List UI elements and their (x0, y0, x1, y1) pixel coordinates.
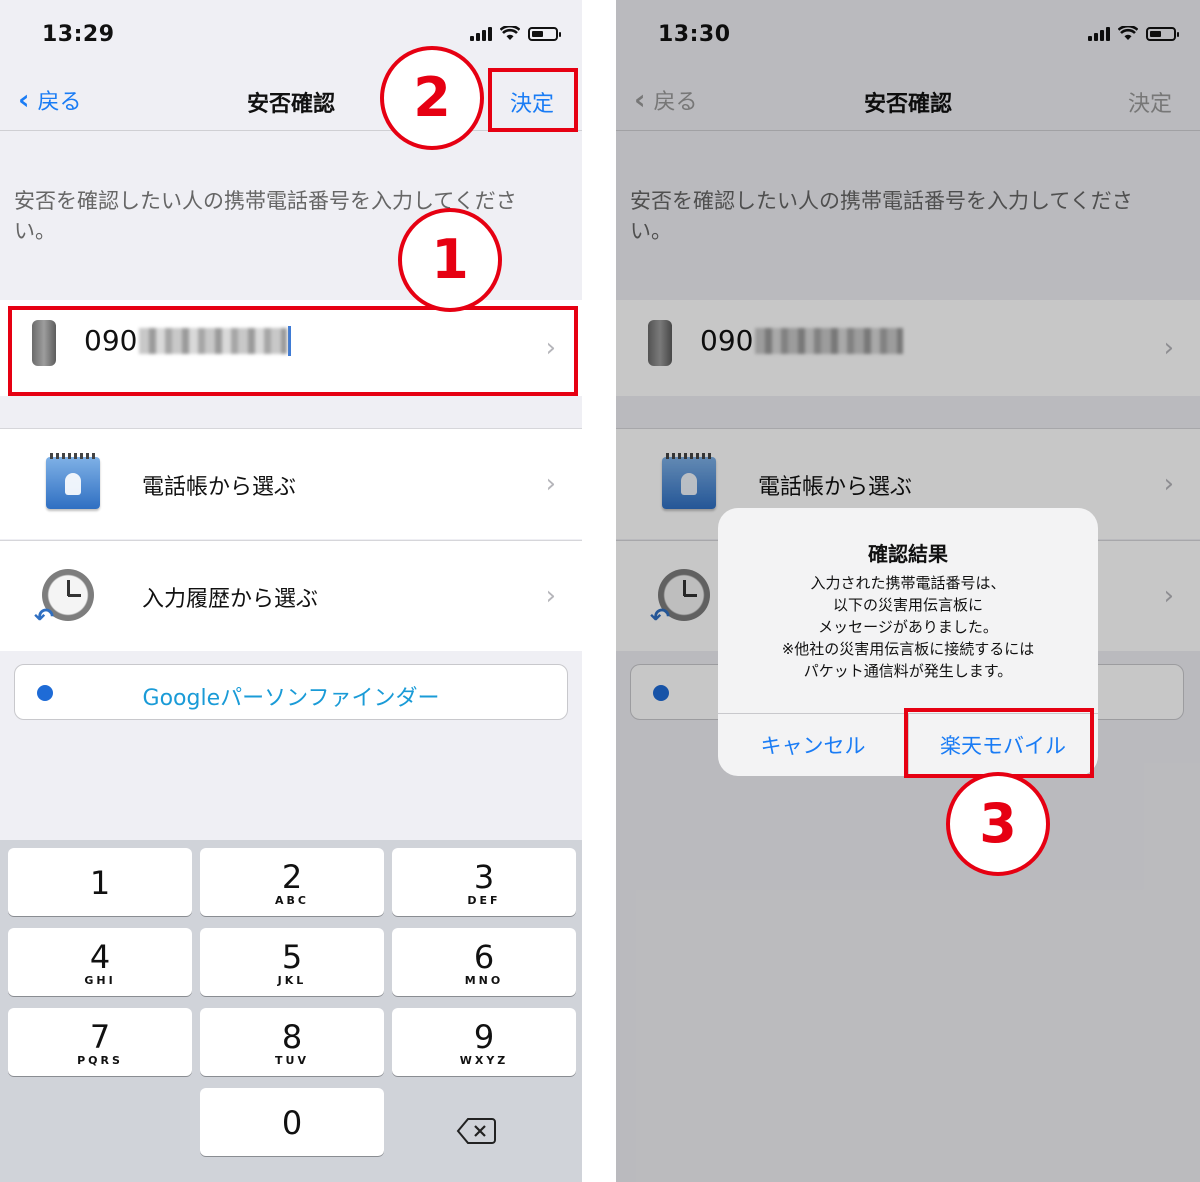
annotation-step-1: 1 (398, 208, 502, 312)
numeric-keypad: 1 2 ABC 3 DEF 4 GHI 5 JKL 6 MNO 7 PQRS 8 TUV 9W… (0, 840, 582, 1182)
wifi-icon (500, 26, 520, 40)
annotation-step-2: 2 (380, 46, 484, 150)
alert-message-line: ※他社の災害用伝言板に接続するには (781, 640, 1035, 658)
list-item-label: 入力履歴から選ぶ (142, 587, 319, 612)
annotation-step-3: 3 (946, 772, 1050, 876)
chevron-right-icon: › (545, 469, 556, 499)
alert-message: 入力された携帯電話番号は、 以下の災害用伝言板に メッセージがありました。 ※他… (718, 572, 1098, 682)
chevron-right-icon: › (545, 581, 556, 611)
contacts-icon (46, 453, 100, 509)
annotation-box-phone-field (8, 306, 578, 396)
annotation-box-rakuten-button (904, 708, 1094, 778)
battery-icon (528, 27, 561, 41)
alert-message-line: メッセージがありました。 (818, 618, 998, 636)
list-item[interactable]: ↶ 入力履歴から選ぶ › (0, 540, 582, 651)
gutter-divider (582, 0, 616, 1182)
alert-message-line: 以下の災害用伝言板に (832, 596, 983, 614)
key-1[interactable]: 1 (8, 848, 192, 916)
key-7[interactable]: 7 PQRS (8, 1008, 192, 1076)
google-person-finder-label: Googleパーソンファインダー (142, 686, 440, 711)
key-8[interactable]: 8 TUV (200, 1008, 384, 1076)
key-6[interactable]: 6 MNO (392, 928, 576, 996)
status-icons (470, 26, 561, 41)
key-0[interactable]: 0 (200, 1088, 384, 1156)
key-9[interactable]: 9 WXYZ (392, 1008, 576, 1076)
list-item-label: 電話帳から選ぶ (142, 475, 297, 500)
key-5[interactable]: 5 JKL (200, 928, 384, 996)
right-screen: 13:30 ‹ 戻る 安否確認 決定 安否を確認したい人の携帯電話番号を入力してく… (616, 0, 1200, 1182)
annotation-box-done-button (488, 68, 578, 132)
delete-key-icon[interactable] (456, 1116, 496, 1146)
left-screen: 13:29 ‹ 戻る 安否確認 決定 安否を確認したい人の携帯電話番号を入力してく… (0, 0, 582, 1182)
cancel-button[interactable]: キャンセル (718, 730, 908, 760)
status-bar: 13:29 (0, 0, 582, 70)
list-item[interactable]: 電話帳から選ぶ › (0, 428, 582, 539)
alert-message-line: パケット通信料が発生します。 (803, 662, 1013, 680)
status-time: 13:29 (42, 22, 115, 47)
key-3[interactable]: 3 DEF (392, 848, 576, 916)
alert-title: 確認結果 (868, 542, 948, 566)
signal-icon (470, 27, 492, 41)
google-person-finder-button[interactable]: Googleパーソンファインダー (14, 664, 568, 720)
clock-history-icon: ↶ (34, 569, 94, 631)
key-4[interactable]: 4 GHI (8, 928, 192, 996)
alert-message-line: 入力された携帯電話番号は、 (810, 574, 1006, 592)
key-2[interactable]: 2 ABC (200, 848, 384, 916)
